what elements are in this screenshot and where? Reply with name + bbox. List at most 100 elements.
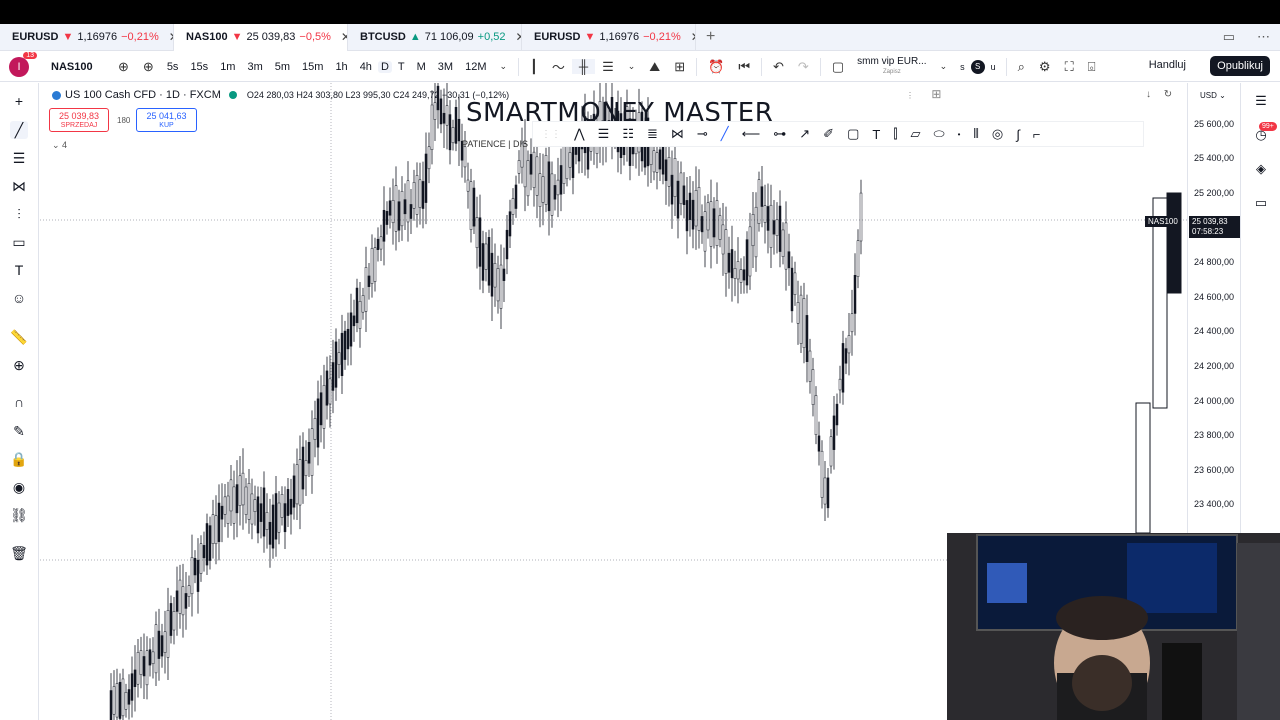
layout-name-button[interactable]: smm vip EUR... Zapisz: [851, 56, 932, 77]
shapes-icon[interactable]: ▭: [10, 233, 28, 251]
info-line-icon[interactable]: ⊶: [773, 126, 786, 142]
parallel-channel-icon[interactable]: ▱: [911, 126, 921, 142]
compare-plus-icon[interactable]: ⊕: [111, 59, 136, 75]
undo-icon[interactable]: ↶: [766, 59, 791, 75]
fib-extension-icon[interactable]: ≣: [647, 126, 658, 142]
arrow-line-icon[interactable]: ↗: [799, 126, 810, 142]
horizontal-ray-icon[interactable]: ⊸: [697, 126, 708, 142]
pattern-icon[interactable]: ⋈: [10, 177, 28, 195]
timeframe-3m-month[interactable]: 3M: [432, 61, 459, 73]
chevron-down-icon[interactable]: ⌄: [621, 61, 643, 72]
trend-line-icon[interactable]: ╱: [10, 121, 28, 139]
symbol-search-input[interactable]: NAS100: [51, 61, 111, 73]
timeframe-d[interactable]: D: [377, 60, 392, 73]
timeframe-12m[interactable]: 12M: [459, 61, 492, 73]
text-icon[interactable]: T: [872, 127, 880, 142]
crosshair-icon[interactable]: +: [10, 92, 28, 110]
chevron-down-icon[interactable]: ⌄: [492, 61, 514, 72]
layers-icon[interactable]: ◈: [1253, 161, 1269, 177]
s-user-icon[interactable]: S: [970, 59, 985, 74]
link-icon[interactable]: ⛓: [10, 506, 28, 524]
rectangle-icon[interactable]: ▢: [847, 126, 859, 142]
camera-icon[interactable]: ⌻: [1081, 59, 1103, 75]
close-icon[interactable]: ✕: [691, 30, 695, 44]
timeframe-1m[interactable]: 1m: [214, 61, 241, 73]
trash-icon[interactable]: 🗑: [10, 544, 28, 562]
more-icon[interactable]: ⋯: [1257, 29, 1270, 45]
bar-style-icon[interactable]: ╫: [571, 59, 596, 74]
chevron-down-icon[interactable]: ⌄: [933, 61, 955, 72]
emoji-icon[interactable]: ☺: [10, 289, 28, 307]
line-chart-icon[interactable]: 〜: [545, 57, 572, 76]
pitchfork-icon[interactable]: ⋈: [671, 126, 684, 142]
zigzag-icon[interactable]: ⋀: [574, 126, 585, 142]
indicators-toggle[interactable]: ⌄ 4: [52, 140, 67, 151]
candle-body: [757, 179, 761, 224]
brush-icon[interactable]: ✐: [823, 126, 834, 142]
candle-body: [304, 460, 308, 477]
volume-profile-icon[interactable]: ⫴: [973, 126, 978, 142]
sell-button[interactable]: 25 039,83 SPRZEDAJ: [49, 108, 109, 132]
layout-box-icon[interactable]: ▢: [825, 59, 851, 75]
timeframe-1h[interactable]: 1h: [329, 61, 353, 73]
buy-button[interactable]: 25 041,63 KUP: [136, 108, 197, 132]
add-symbol-icon[interactable]: ⊕: [136, 59, 161, 75]
avatar[interactable]: I 13: [9, 51, 37, 77]
tab-eurusd-2[interactable]: EURUSD ▼ 1,16976 −0,21% ✕: [522, 23, 696, 51]
chat-icon[interactable]: ▭: [1253, 195, 1269, 211]
ruler-icon[interactable]: 📏: [10, 328, 28, 346]
trade-button[interactable]: Handluj: [1149, 59, 1186, 71]
long-position-icon[interactable]: ⫿: [893, 126, 897, 142]
tab-nas100[interactable]: NAS100 ▼ 25 039,83 −0,5% ✕: [174, 23, 348, 51]
circle-icon[interactable]: ◎: [992, 126, 1003, 142]
ellipse-icon[interactable]: ⬭: [934, 126, 945, 142]
zoom-icon[interactable]: ⊕: [10, 356, 28, 374]
layout-icon[interactable]: ▭: [1223, 29, 1235, 45]
strategy-icon[interactable]: ⛰: [642, 59, 667, 75]
forecast-icon[interactable]: ⫶: [10, 205, 28, 223]
timeframe-t[interactable]: T: [392, 61, 411, 73]
timeframe-5m[interactable]: 5m: [269, 61, 296, 73]
publish-button[interactable]: Opublikuj: [1210, 56, 1270, 76]
callout-icon[interactable]: ⌐: [1033, 127, 1041, 142]
indicators-icon[interactable]: ☰: [595, 59, 621, 75]
arrow-down-icon[interactable]: ↓: [1146, 89, 1151, 100]
stay-drawing-icon[interactable]: ✎: [10, 422, 28, 440]
magnet-icon[interactable]: ∩: [10, 393, 28, 411]
templates-icon[interactable]: ⊞: [667, 59, 692, 75]
currency-selector[interactable]: USD ⌄: [1200, 91, 1226, 100]
curve-icon[interactable]: ∫: [1016, 127, 1020, 142]
maximize-grid-icon[interactable]: ⊞: [931, 87, 941, 101]
timeframe-15s[interactable]: 15s: [184, 61, 214, 73]
text-icon[interactable]: T: [10, 261, 28, 279]
fib-channel-icon[interactable]: ☰: [598, 126, 610, 142]
fib-retracement-icon[interactable]: ☰: [10, 149, 28, 167]
tab-eurusd[interactable]: EURUSD ▼ 1,16976 −0,21% ✕: [0, 23, 174, 51]
alert-icon[interactable]: ⏰: [701, 59, 731, 75]
timeframe-3m[interactable]: 3m: [241, 61, 268, 73]
search-icon[interactable]: ⌕: [1011, 59, 1032, 75]
eye-icon[interactable]: ◉: [10, 478, 28, 496]
tab-btcusd[interactable]: BTCUSD ▲ 71 106,09 +0,52 ✕: [348, 23, 522, 51]
watchlist-icon[interactable]: ☰: [1253, 93, 1269, 109]
horizontal-line-icon[interactable]: ⟵: [742, 126, 761, 142]
refresh-icon[interactable]: ↻: [1164, 89, 1172, 100]
candle-body: [202, 545, 206, 559]
candles-icon[interactable]: ┃: [523, 59, 545, 75]
trend-line-icon[interactable]: ╱: [721, 126, 729, 142]
gear-icon[interactable]: ⚙: [1032, 59, 1058, 75]
close-icon[interactable]: ✕: [341, 30, 347, 44]
timeframe-15m[interactable]: 15m: [296, 61, 329, 73]
fullscreen-icon[interactable]: ⛶: [1058, 59, 1081, 75]
drag-handle-icon[interactable]: ⋮⋮: [541, 129, 561, 140]
dot-icon[interactable]: •: [958, 130, 961, 139]
redo-icon[interactable]: ↷: [791, 59, 816, 75]
lock-icon[interactable]: 🔒: [10, 450, 28, 468]
legend-title[interactable]: US 100 Cash CFD · 1D · FXCM: [65, 89, 221, 101]
replay-icon[interactable]: ⏮: [731, 59, 757, 75]
timeframe-m[interactable]: M: [411, 61, 432, 73]
timeframe-4h[interactable]: 4h: [354, 61, 378, 73]
fib-levels-icon[interactable]: ☷: [622, 126, 634, 142]
new-tab-plus-icon[interactable]: +: [706, 28, 715, 46]
timeframe-5s[interactable]: 5s: [161, 61, 185, 73]
